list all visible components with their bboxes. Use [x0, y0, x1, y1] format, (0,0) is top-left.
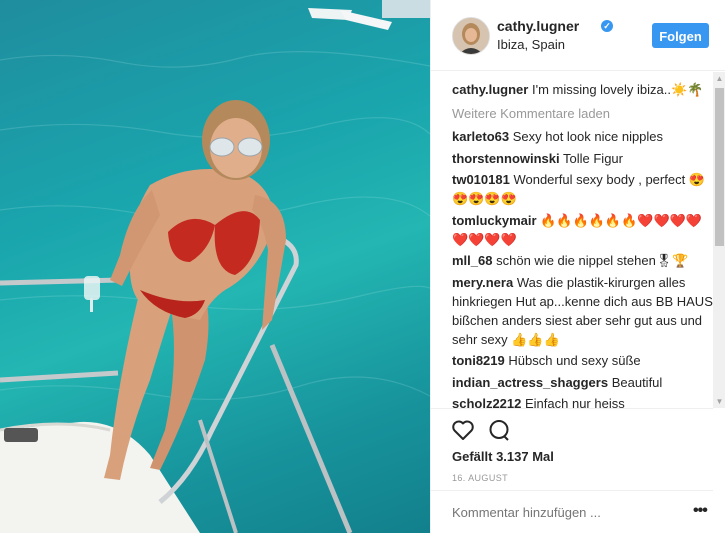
post-side-panel: cathy.lugner ✓ Ibiza, Spain Folgen cathy…	[430, 0, 725, 533]
comments-scrollbar[interactable]: ▲ ▼	[713, 72, 725, 408]
verified-icon: ✓	[601, 20, 613, 32]
comment-text: Tolle Figur	[563, 150, 623, 166]
post-actions: Gefällt 3.137 Mal 16. AUGUST	[431, 408, 713, 489]
heart-icon-graphic	[452, 420, 474, 440]
username[interactable]: cathy.lugner	[497, 18, 579, 34]
more-options-icon[interactable]: •••	[693, 502, 708, 520]
caption-username[interactable]: cathy.lugner	[452, 82, 528, 97]
comment-username[interactable]: thorstennowinski	[452, 151, 560, 166]
caption-text: I'm missing lovely ibiza..☀️🌴	[531, 82, 704, 97]
comment-item: mery.nera Was die plastik-kirurgen alles…	[452, 273, 714, 349]
comment-username[interactable]: tw010181	[452, 172, 510, 187]
follow-button[interactable]: Folgen	[652, 23, 709, 48]
comment-item: indian_actress_shaggers Beautiful	[452, 373, 714, 392]
comment-username[interactable]: karleto63	[452, 129, 509, 144]
comment-text: Sexy hot look nice nipples	[512, 129, 664, 144]
comment-text: schön wie die nippel stehen🎖🏆	[496, 253, 689, 268]
post-header: cathy.lugner ✓ Ibiza, Spain Folgen	[431, 0, 725, 71]
post-date: 16. AUGUST	[452, 473, 509, 483]
add-comment-input[interactable]	[452, 505, 672, 520]
comment-item: tomluckymair 🔥🔥🔥🔥🔥🔥❤️❤️❤️❤️❤️❤️❤️❤️	[452, 211, 714, 249]
load-more-comments-link[interactable]: Weitere Kommentare laden	[452, 104, 714, 123]
likes-count[interactable]: Gefällt 3.137 Mal	[452, 449, 554, 464]
like-heart-icon[interactable]	[451, 419, 475, 446]
comment-item: toni8219 Hübsch und sexy süße	[452, 351, 714, 370]
avatar[interactable]	[452, 17, 490, 55]
post-photo[interactable]	[0, 0, 430, 533]
comment-username[interactable]: mery.nera	[452, 275, 513, 290]
comment-username[interactable]: tomluckymair	[452, 213, 537, 228]
comment-text: Hübsch und sexy süße	[508, 353, 641, 368]
comment-item: thorstennowinski Tolle Figur	[452, 149, 714, 168]
comment-item: karleto63 Sexy hot look nice nipples	[452, 127, 714, 146]
comment-item: mll_68 schön wie die nippel stehen🎖🏆	[452, 251, 714, 270]
comment-item: tw010181 Wonderful sexy body , perfect 😍…	[452, 170, 714, 208]
add-comment-bar: •••	[431, 490, 713, 534]
scrollbar-thumb[interactable]	[715, 88, 724, 246]
comments-list[interactable]: cathy.lugner I'm missing lovely ibiza..☀…	[452, 80, 714, 410]
comment-icon-graphic	[489, 420, 509, 441]
avatar-image	[453, 18, 489, 54]
comment-username[interactable]: toni8219	[452, 353, 505, 368]
scroll-up-arrow-icon[interactable]: ▲	[713, 72, 725, 85]
comment-username[interactable]: mll_68	[452, 253, 492, 268]
location-link[interactable]: Ibiza, Spain	[497, 37, 565, 52]
comment-bubble-icon[interactable]	[487, 419, 511, 446]
comment-username[interactable]: indian_actress_shaggers	[452, 375, 608, 390]
scroll-down-arrow-icon[interactable]: ▼	[713, 395, 725, 408]
caption: cathy.lugner I'm missing lovely ibiza..☀…	[452, 80, 714, 99]
photo-illustration	[0, 0, 430, 533]
comment-text: Beautiful	[611, 374, 663, 390]
